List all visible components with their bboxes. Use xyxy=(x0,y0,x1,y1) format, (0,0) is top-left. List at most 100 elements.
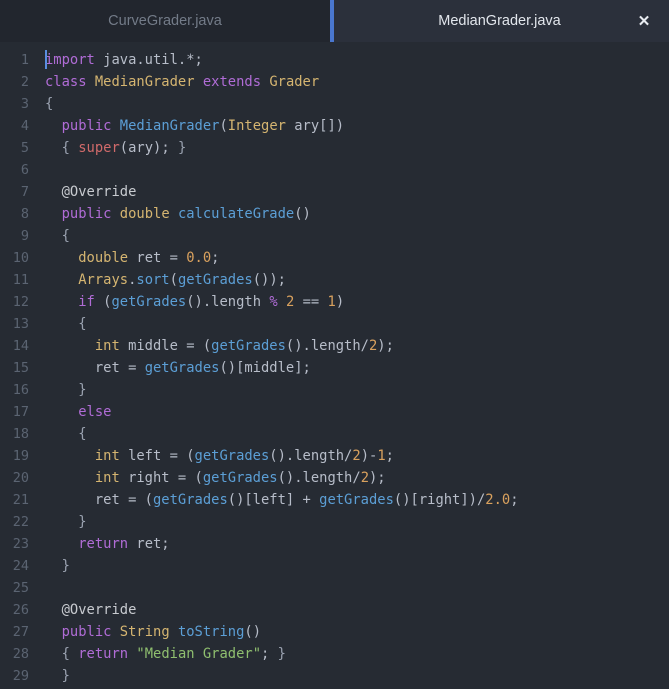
code-token: (ary); xyxy=(119,140,178,156)
code-token: int xyxy=(94,448,120,464)
code-token: { xyxy=(78,426,87,442)
code-token: ret = xyxy=(94,360,145,376)
code-token: } xyxy=(78,514,87,530)
line-number: 8 xyxy=(20,206,29,222)
code-token: ); xyxy=(369,470,386,486)
code-token: extends xyxy=(202,74,262,90)
code-token: getGrades xyxy=(194,448,270,464)
code-token: middle = ( xyxy=(119,338,212,354)
code-token: ret = ( xyxy=(94,492,153,508)
code-line: int right = (getGrades().length/2); xyxy=(45,467,669,489)
code-line: import java.util.*; xyxy=(45,49,669,71)
line-number: 20 xyxy=(12,470,29,486)
code-token: double xyxy=(119,206,170,222)
line-number: 4 xyxy=(20,118,29,134)
code-token: )- xyxy=(360,448,378,464)
line-number: 22 xyxy=(12,514,29,530)
code-line: { xyxy=(45,93,669,115)
code-token: Grader xyxy=(269,74,320,90)
code-token: { xyxy=(45,96,54,112)
code-token: ; xyxy=(261,646,278,662)
code-token: ; xyxy=(211,250,220,266)
code-line: } xyxy=(45,379,669,401)
code-token: ary[]) xyxy=(285,118,345,134)
line-number: 27 xyxy=(12,624,29,640)
line-number: 6 xyxy=(20,162,29,178)
code-line: { super(ary); } xyxy=(45,137,669,159)
code-token: String xyxy=(119,624,170,640)
code-token: left = ( xyxy=(119,448,195,464)
line-number: 9 xyxy=(20,228,29,244)
line-number: 1 xyxy=(20,52,29,68)
line-number: 5 xyxy=(20,140,29,156)
code-line: return ret; xyxy=(45,533,669,555)
code-token: int xyxy=(94,470,120,486)
code-line: } xyxy=(45,555,669,577)
line-number: 24 xyxy=(12,558,29,574)
code-token: getGrades xyxy=(111,294,187,310)
close-icon[interactable]: ✕ xyxy=(635,12,653,30)
code-token: 1 xyxy=(327,294,336,310)
code-line: public MedianGrader(Integer ary[]) xyxy=(45,115,669,137)
code-token: () xyxy=(244,624,262,640)
code-line: Arrays.sort(getGrades()); xyxy=(45,269,669,291)
code-editor[interactable]: 1 2 3 4 5 6 7 8 9 10 11 12 13 14 15 16 17 18 19 20 21 22 23 24 2… xyxy=(0,42,669,689)
code-token: ( xyxy=(94,294,112,310)
code-area[interactable]: import java.util.*; class MedianGrader ex… xyxy=(36,42,669,689)
line-number: 25 xyxy=(12,580,29,596)
code-line: ret = getGrades()[middle]; xyxy=(45,357,669,379)
line-number: 19 xyxy=(12,448,29,464)
code-token: return xyxy=(78,646,129,662)
tab-curvegrader[interactable]: CurveGrader.java xyxy=(0,0,330,42)
code-token: ( xyxy=(169,272,178,288)
line-number: 2 xyxy=(20,74,29,90)
line-number: 26 xyxy=(12,602,29,618)
line-number-gutter: 1 2 3 4 5 6 7 8 9 10 11 12 13 14 15 16 17 18 19 20 21 22 23 24 2… xyxy=(0,42,36,689)
code-token: @Override xyxy=(61,184,137,200)
code-token: ; xyxy=(385,448,394,464)
line-number: 10 xyxy=(12,250,29,266)
code-line: class MedianGrader extends Grader xyxy=(45,71,669,93)
code-token: 2 xyxy=(352,448,361,464)
code-line: @Override xyxy=(45,181,669,203)
line-number: 14 xyxy=(12,338,29,354)
code-token: ; xyxy=(510,492,519,508)
code-token: ().length xyxy=(186,294,270,310)
code-token: { xyxy=(78,316,87,332)
code-token: Arrays xyxy=(78,272,129,288)
code-token: getGrades xyxy=(202,470,278,486)
line-number: 3 xyxy=(20,96,29,112)
code-token: sort xyxy=(136,272,170,288)
tab-curvegrader-label: CurveGrader.java xyxy=(108,13,222,29)
code-line: int left = (getGrades().length/2)-1; xyxy=(45,445,669,467)
code-token: ().length/ xyxy=(269,448,353,464)
tab-mediangrader[interactable]: MedianGrader.java ✕ xyxy=(330,0,669,42)
line-number: 15 xyxy=(12,360,29,376)
code-line: { xyxy=(45,423,669,445)
code-token: toString xyxy=(177,624,245,640)
code-line: } xyxy=(45,511,669,533)
code-token: ); xyxy=(377,338,394,354)
code-line: public double calculateGrade() xyxy=(45,203,669,225)
code-token: int xyxy=(94,338,120,354)
